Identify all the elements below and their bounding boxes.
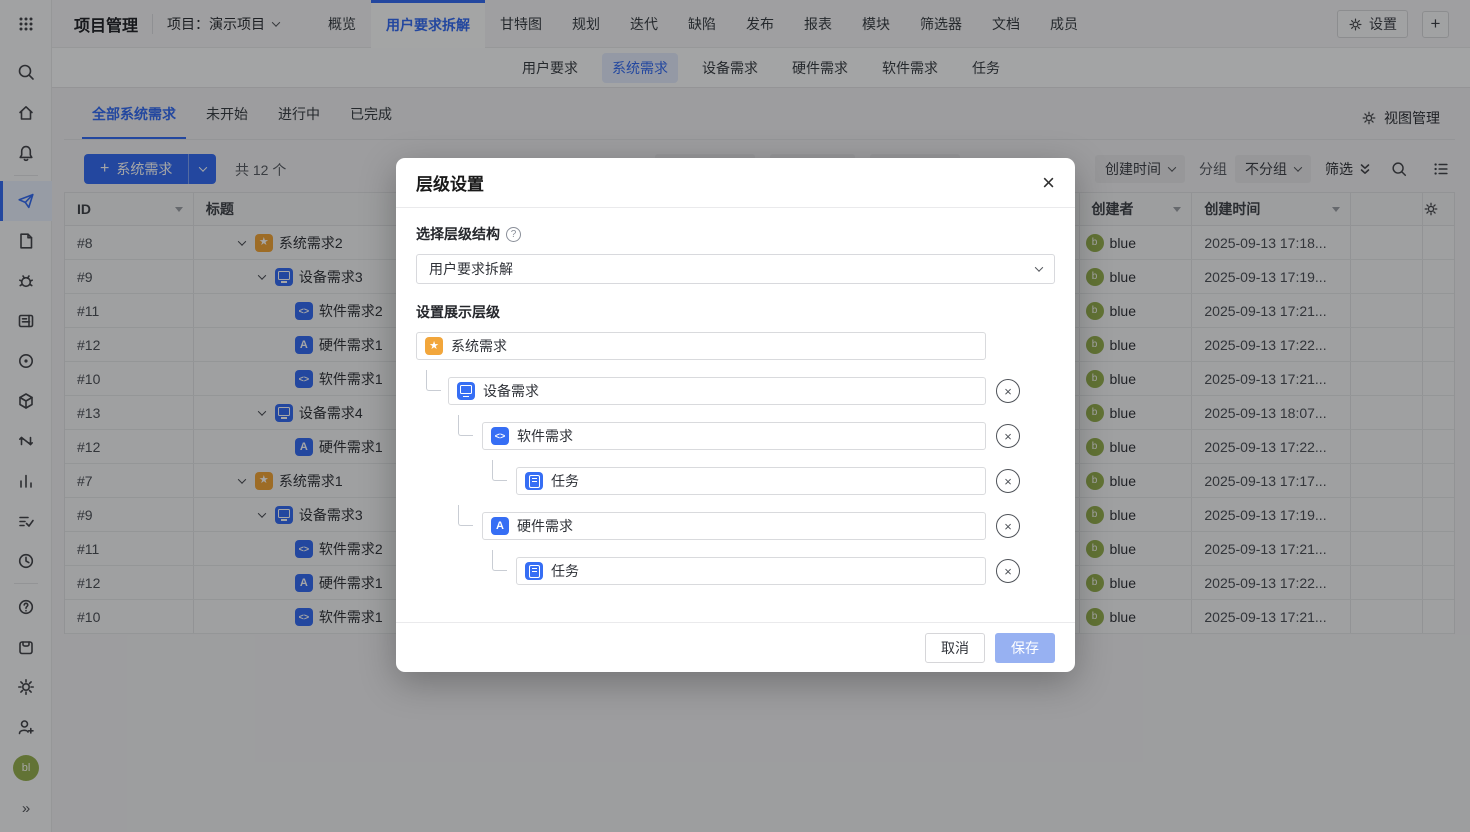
structure-label: 选择层级结构 ? [416, 224, 521, 244]
save-button[interactable]: 保存 [995, 633, 1055, 663]
hardware-requirement-icon [491, 517, 509, 535]
tree-elbow-connector [492, 460, 507, 481]
device-requirement-icon [457, 382, 475, 400]
modal-title: 层级设置 [416, 170, 484, 195]
task-icon [525, 562, 543, 580]
tree-label: 任务 [551, 561, 579, 581]
tree-label: 软件需求 [517, 426, 573, 446]
structure-label-text: 选择层级结构 [416, 224, 500, 244]
software-requirement-icon [491, 427, 509, 445]
help-icon[interactable]: ? [506, 227, 521, 242]
remove-level-button[interactable]: × [996, 379, 1020, 403]
cancel-button[interactable]: 取消 [925, 633, 985, 663]
close-icon[interactable]: × [1042, 172, 1055, 194]
tree-input-device[interactable]: 设备需求 [448, 377, 986, 405]
remove-level-button[interactable]: × [996, 424, 1020, 448]
app-root: bl » 项目管理 项目：演示项目 概览 用户要求拆解 甘特图 规划 迭代 缺陷… [0, 0, 1470, 832]
remove-level-button[interactable]: × [996, 514, 1020, 538]
task-icon [525, 472, 543, 490]
tree-label: 系统需求 [451, 336, 507, 356]
tree-elbow-connector [426, 370, 441, 391]
modal-footer: 取消 保存 [396, 622, 1075, 672]
tree-label: 设备需求 [483, 381, 539, 401]
display-label-text: 设置展示层级 [416, 302, 500, 322]
tree-label: 硬件需求 [517, 516, 573, 536]
tree-elbow-connector [458, 415, 473, 436]
remove-level-button[interactable]: × [996, 559, 1020, 583]
remove-level-button[interactable]: × [996, 469, 1020, 493]
hierarchy-settings-modal: 层级设置 × 选择层级结构 ? 用户要求拆解 设置展示层级 系统需求 设备需求 … [396, 158, 1075, 672]
structure-select-value: 用户要求拆解 [429, 259, 513, 279]
tree-input-task[interactable]: 任务 [516, 467, 986, 495]
chevron-down-icon [1035, 263, 1043, 271]
modal-header: 层级设置 × [396, 158, 1075, 208]
tree-input-hardware[interactable]: 硬件需求 [482, 512, 986, 540]
tree-elbow-connector [458, 505, 473, 526]
tree-label: 任务 [551, 471, 579, 491]
system-requirement-icon [425, 337, 443, 355]
tree-input-software[interactable]: 软件需求 [482, 422, 986, 450]
tree-elbow-connector [492, 550, 507, 571]
tree-input-system[interactable]: 系统需求 [416, 332, 986, 360]
structure-select[interactable]: 用户要求拆解 [416, 254, 1055, 284]
display-hierarchy-label: 设置展示层级 [416, 302, 500, 322]
tree-input-task-2[interactable]: 任务 [516, 557, 986, 585]
